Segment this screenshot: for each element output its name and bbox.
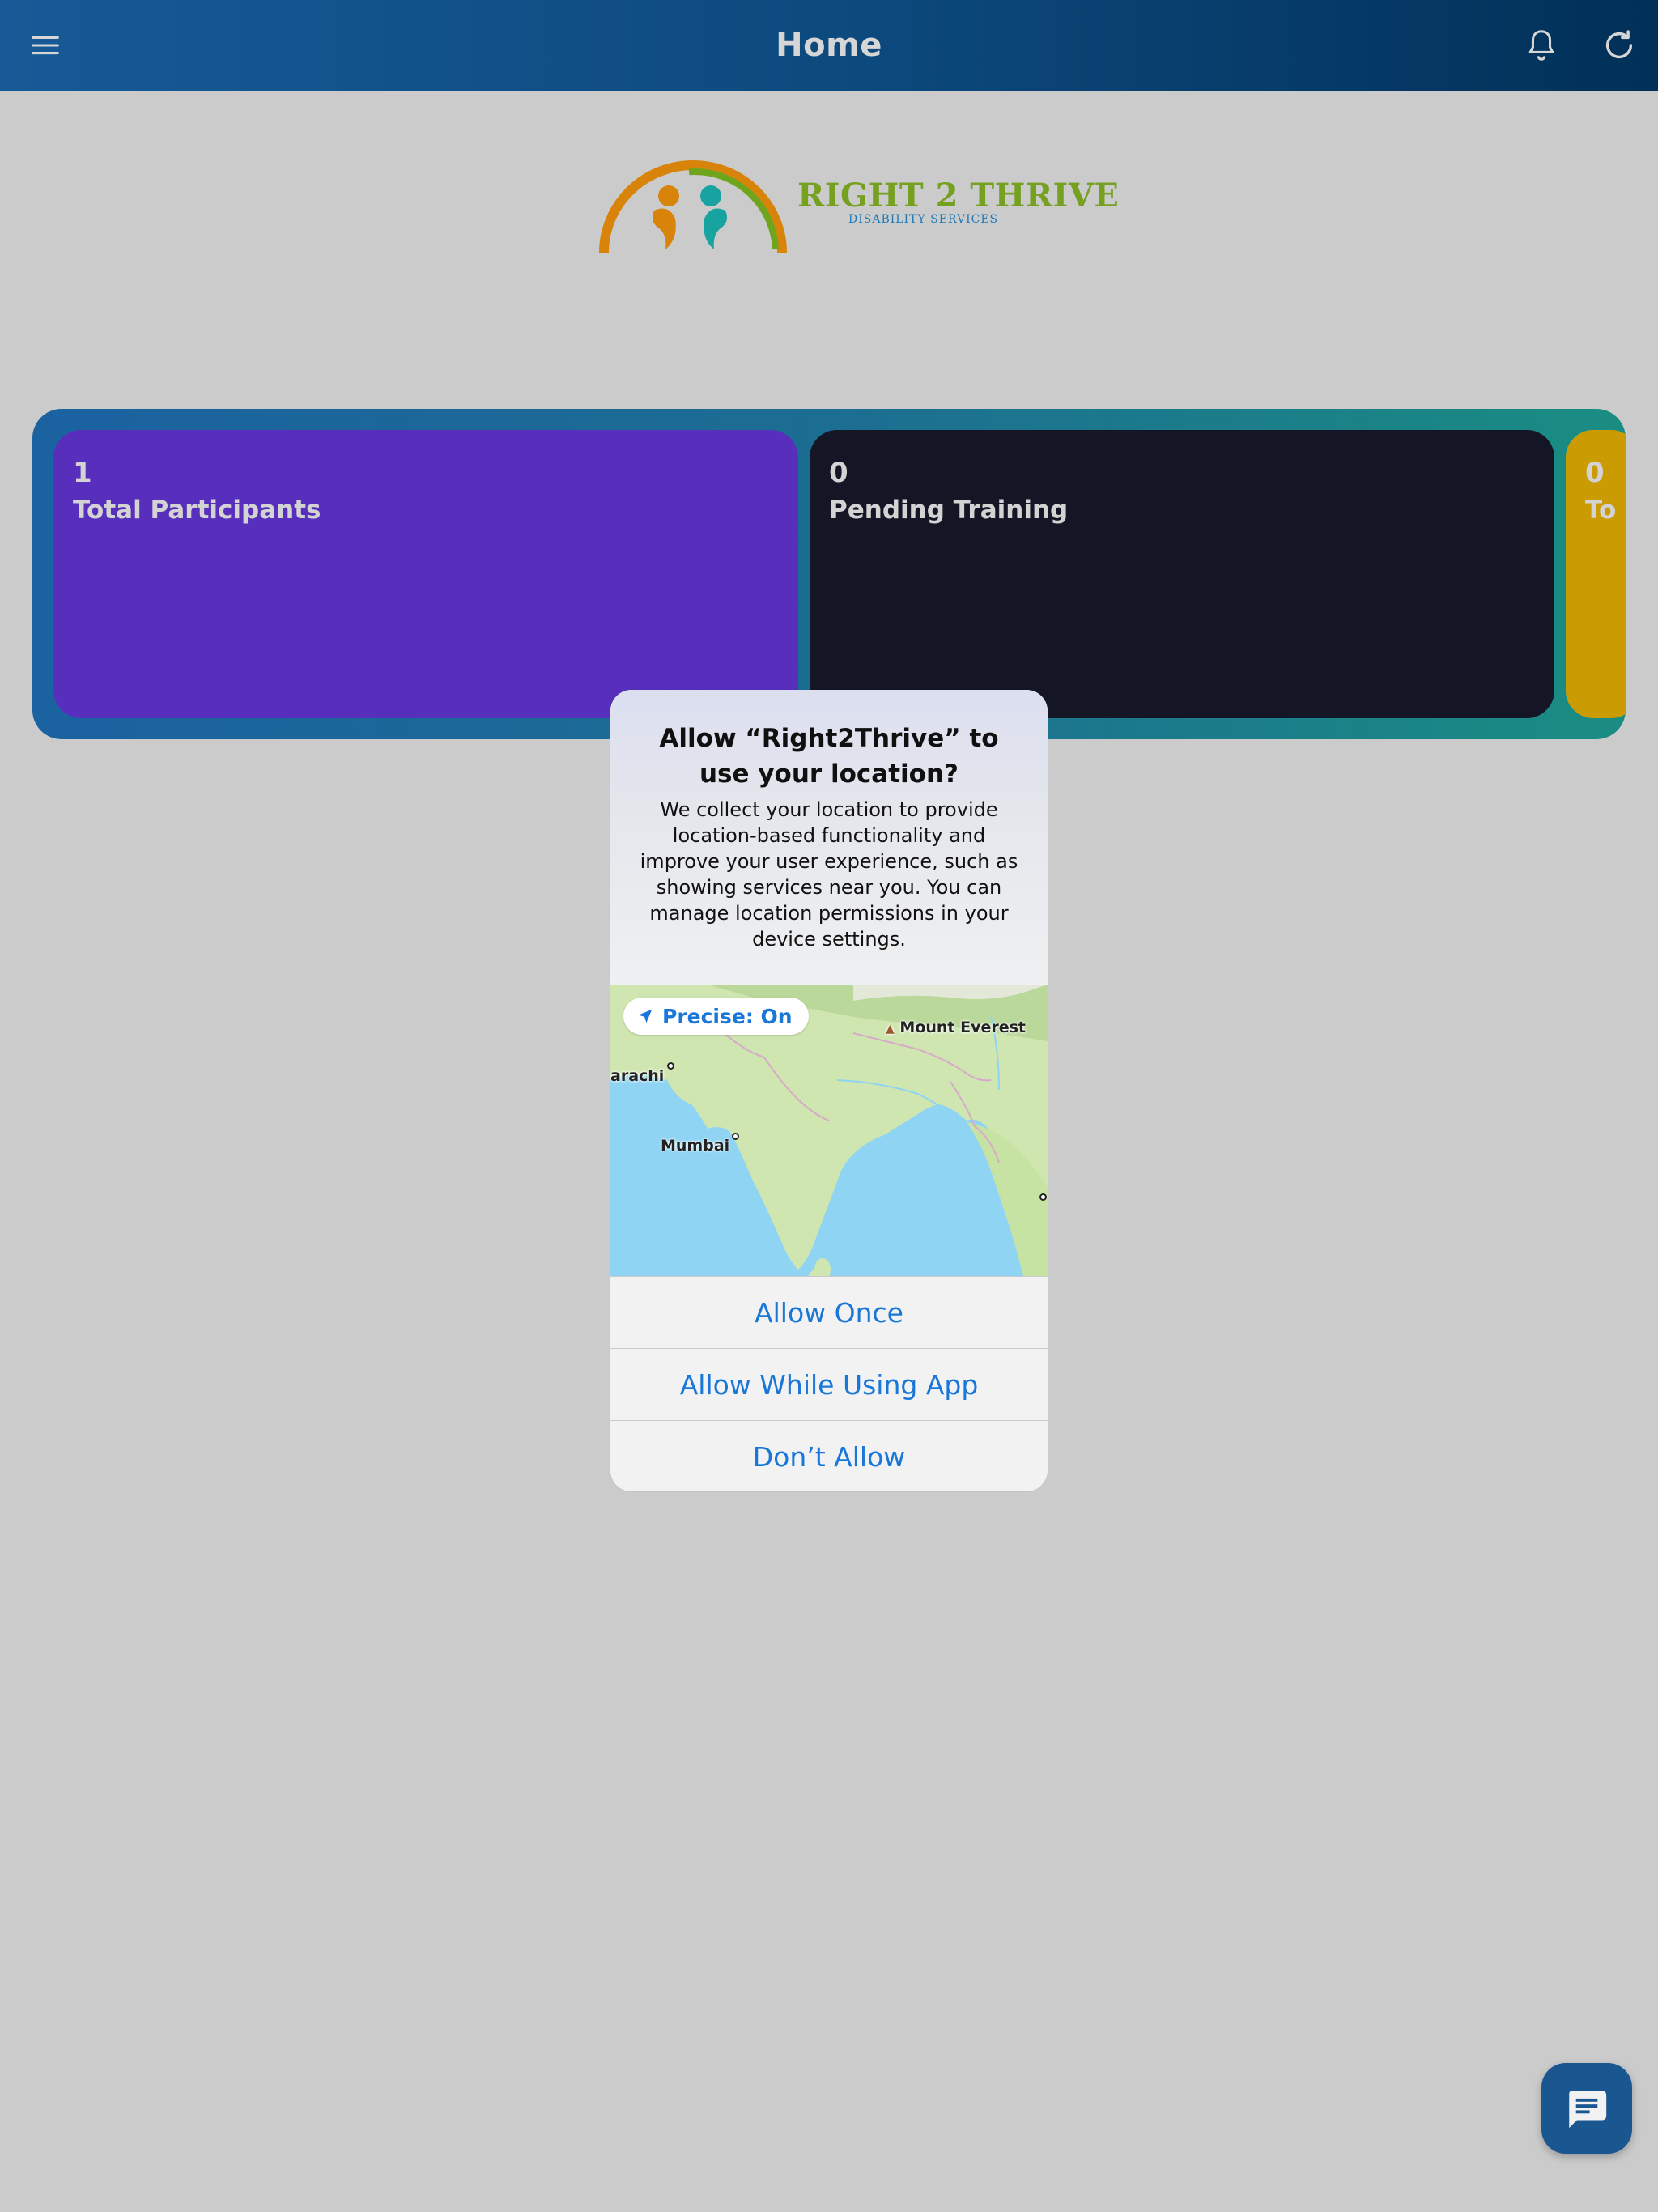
map-label-karachi: arachi xyxy=(610,1067,665,1085)
map-label-mumbai: Mumbai xyxy=(661,1137,730,1155)
dialog-header: Allow “Right2Thrive” to use your locatio… xyxy=(610,690,1048,985)
menu-icon xyxy=(32,36,59,55)
map-label-mount-everest: ▲ Mount Everest xyxy=(886,1019,1027,1036)
stat-value: 0 xyxy=(1585,457,1605,489)
stat-card-partial[interactable]: 0 To xyxy=(1566,430,1626,718)
app-header: Home xyxy=(0,0,1658,91)
stat-card-pending-training[interactable]: 0 Pending Training xyxy=(810,430,1554,718)
location-permission-dialog: Allow “Right2Thrive” to use your locatio… xyxy=(610,690,1048,1491)
refresh-icon xyxy=(1605,30,1633,59)
map-label-text: Mount Everest xyxy=(899,1019,1027,1036)
chat-icon xyxy=(1569,2091,1607,2129)
dont-allow-button[interactable]: Don’t Allow xyxy=(610,1420,1048,1491)
menu-button[interactable] xyxy=(21,21,70,70)
precise-toggle[interactable]: Precise: On xyxy=(623,998,809,1035)
allow-while-using-app-button[interactable]: Allow While Using App xyxy=(610,1348,1048,1420)
logo-subtitle: DISABILITY SERVICES xyxy=(848,213,999,226)
stat-label: To xyxy=(1585,496,1617,525)
map-city-dot xyxy=(1039,1193,1047,1201)
allow-once-button[interactable]: Allow Once xyxy=(610,1276,1048,1348)
page-title: Home xyxy=(776,27,882,64)
bell-icon xyxy=(1528,30,1554,61)
notifications-button[interactable] xyxy=(1517,21,1566,70)
map-city-dot xyxy=(667,1062,674,1070)
stat-label: Total Participants xyxy=(73,496,321,525)
location-arrow-icon xyxy=(638,1009,653,1023)
precise-label: Precise: On xyxy=(662,1004,793,1028)
map-city-dot xyxy=(732,1133,739,1140)
logo-title: RIGHT 2 THRIVE xyxy=(797,177,1120,215)
location-map[interactable]: Precise: On ▲ Mount Everest arachi Mumba… xyxy=(610,985,1048,1276)
dialog-title: Allow “Right2Thrive” to use your locatio… xyxy=(659,724,999,789)
stat-card-total-participants[interactable]: 1 Total Participants xyxy=(53,430,798,718)
chat-button[interactable] xyxy=(1541,2063,1632,2154)
stat-value: 1 xyxy=(73,457,92,489)
stat-value: 0 xyxy=(829,457,848,489)
refresh-button[interactable] xyxy=(1595,21,1643,70)
stat-label: Pending Training xyxy=(829,496,1069,525)
dialog-message: We collect your location to provide loca… xyxy=(640,798,1018,951)
